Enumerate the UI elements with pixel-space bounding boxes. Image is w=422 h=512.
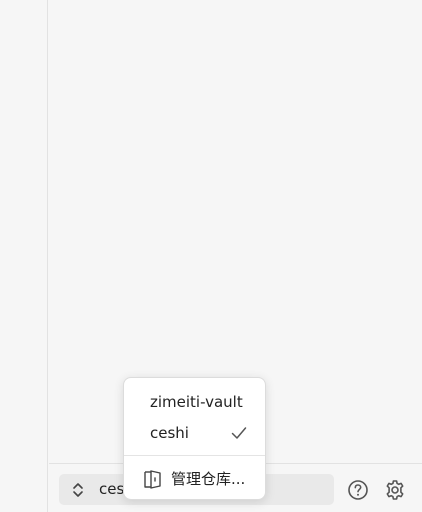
vault-menu-item-label: zimeiti-vault bbox=[150, 393, 243, 411]
left-ribbon bbox=[0, 0, 48, 512]
vault-door-icon bbox=[144, 470, 161, 489]
menu-separator bbox=[124, 455, 265, 456]
vault-menu-item-zimeiti-vault[interactable]: zimeiti-vault bbox=[130, 388, 259, 416]
ribbon-icon-fragment[interactable] bbox=[14, 0, 22, 2]
vault-menu-item-label: ceshi bbox=[150, 424, 189, 442]
checkmark-icon bbox=[231, 427, 247, 439]
manage-vaults-item[interactable]: 管理仓库... bbox=[130, 465, 259, 493]
gear-icon[interactable] bbox=[384, 479, 406, 501]
vault-menu-item-ceshi[interactable]: ceshi bbox=[130, 419, 259, 447]
manage-vaults-label: 管理仓库... bbox=[171, 470, 246, 488]
help-circle-icon[interactable] bbox=[347, 479, 369, 501]
vault-menu: zimeiti-vault ceshi 管理仓库... bbox=[123, 377, 266, 500]
chevron-up-down-icon bbox=[73, 483, 83, 497]
